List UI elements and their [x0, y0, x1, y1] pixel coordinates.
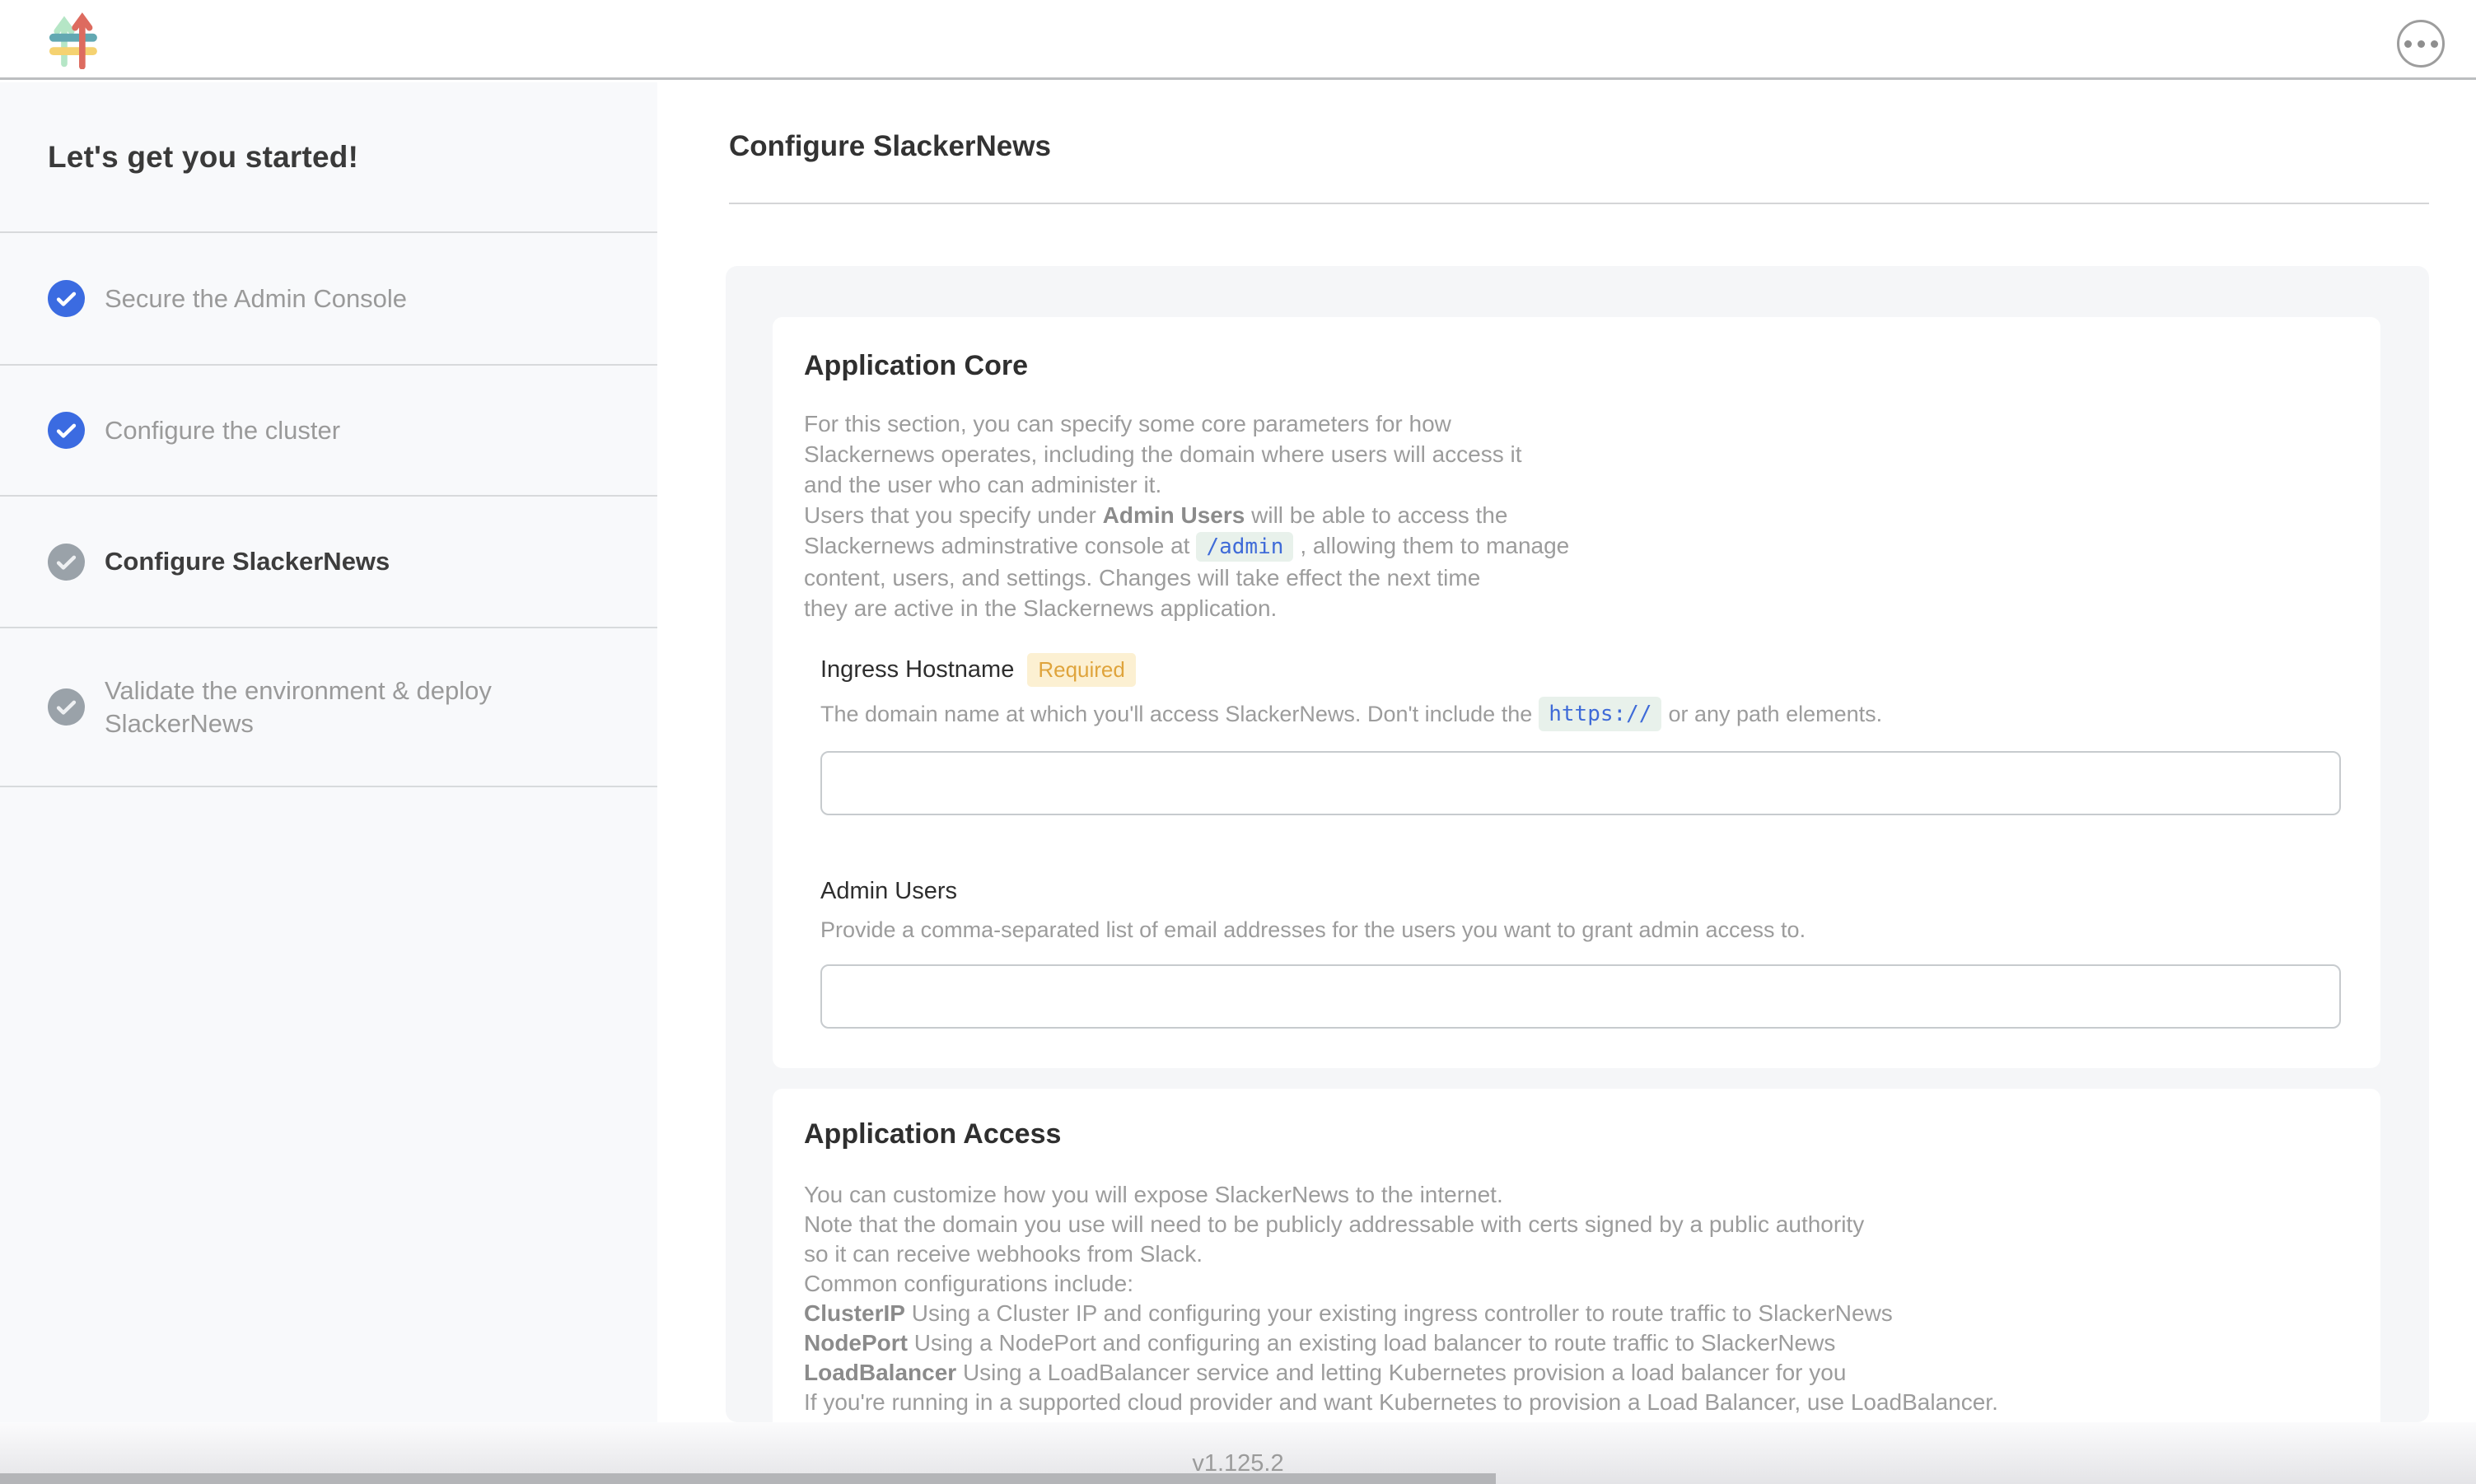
description-text: , allowing them to manage — [1300, 533, 1569, 558]
step-complete-check-icon — [48, 280, 85, 317]
application-core-description: For this section, you can specify some c… — [804, 408, 2349, 623]
page-title: Configure SlackerNews — [729, 130, 1051, 163]
window-bottom-edge — [0, 1473, 1496, 1484]
admin-users-help: Provide a comma-separated list of email … — [820, 915, 2349, 945]
step-pending-check-icon — [48, 544, 85, 581]
application-core-card: Application Core For this section, you c… — [773, 317, 2380, 1068]
description-line: Users that you specify under Admin Users… — [804, 500, 2349, 530]
ingress-hostname-field-group: Ingress Hostname Required The domain nam… — [820, 653, 2349, 815]
nodeport-bold-text: NodePort — [804, 1330, 908, 1356]
https-code-chip: https:// — [1539, 697, 1661, 731]
sidebar-title: Let's get you started! — [48, 140, 358, 175]
admin-users-input[interactable] — [820, 964, 2341, 1029]
ingress-hostname-help: The domain name at which you'll access S… — [820, 697, 2349, 731]
clusterip-bold-text: ClusterIP — [804, 1300, 905, 1326]
description-text: will be able to access the — [1245, 502, 1507, 528]
ellipsis-dot-icon — [2431, 40, 2438, 48]
description-text: Using a Cluster IP and configuring your … — [905, 1300, 1893, 1326]
step-label: Validate the environment & deploy Slacke… — [105, 674, 591, 740]
description-line: LoadBalancer Using a LoadBalancer servic… — [804, 1358, 2349, 1388]
sidebar-title-wrap: Let's get you started! — [0, 82, 657, 233]
description-text: Using a NodePort and configuring an exis… — [908, 1330, 1835, 1356]
description-line: For this section, you can specify some c… — [804, 408, 2349, 439]
step-label: Secure the Admin Console — [105, 282, 407, 315]
description-text: Users that you specify under — [804, 502, 1103, 528]
description-line: Slackernews adminstrative console at/adm… — [804, 530, 2349, 562]
description-line: so it can receive webhooks from Slack. — [804, 1239, 2349, 1269]
application-core-heading: Application Core — [804, 350, 2349, 382]
ellipsis-dot-icon — [2404, 40, 2412, 48]
description-line: ClusterIP Using a Cluster IP and configu… — [804, 1299, 2349, 1328]
application-access-card: Application Access You can customize how… — [773, 1089, 2380, 1422]
more-options-button[interactable] — [2397, 20, 2445, 68]
description-line: they are active in the Slackernews appli… — [804, 593, 2349, 623]
description-line: If you're running in a supported cloud p… — [804, 1388, 2349, 1417]
top-bar — [0, 0, 2476, 80]
step-pending-check-icon — [48, 688, 85, 726]
sidebar-step-configure-slackernews[interactable]: Configure SlackerNews — [0, 497, 657, 628]
title-divider — [729, 203, 2429, 204]
help-text: Provide a comma-separated list of email … — [820, 915, 1806, 945]
application-access-description: You can customize how you will expose Sl… — [804, 1180, 2349, 1417]
admin-users-bold-text: Admin Users — [1103, 502, 1245, 528]
sidebar-step-configure-cluster[interactable]: Configure the cluster — [0, 366, 657, 497]
description-line: NodePort Using a NodePort and configurin… — [804, 1328, 2349, 1358]
admin-users-field-group: Admin Users Provide a comma-separated li… — [820, 878, 2349, 1029]
sidebar-step-validate-deploy[interactable]: Validate the environment & deploy Slacke… — [0, 628, 657, 787]
step-label: Configure the cluster — [105, 414, 340, 447]
admin-path-code-chip: /admin — [1196, 532, 1293, 562]
ellipsis-dot-icon — [2418, 40, 2425, 48]
description-line: content, users, and settings. Changes wi… — [804, 562, 2349, 593]
loadbalancer-bold-text: LoadBalancer — [804, 1360, 956, 1385]
ingress-hostname-label: Ingress Hostname — [820, 656, 1014, 684]
config-panel: Application Core For this section, you c… — [726, 266, 2429, 1422]
slackernews-logo-icon — [45, 12, 103, 69]
help-text: or any path elements. — [1668, 699, 1882, 729]
sidebar-step-secure-admin-console[interactable]: Secure the Admin Console — [0, 233, 657, 366]
ingress-hostname-input[interactable] — [820, 751, 2341, 815]
application-access-heading: Application Access — [804, 1118, 2349, 1150]
step-label: Configure SlackerNews — [105, 545, 390, 578]
description-text: Using a LoadBalancer service and letting… — [956, 1360, 1846, 1385]
admin-users-label: Admin Users — [820, 878, 957, 905]
admin-users-label-row: Admin Users — [820, 878, 2349, 905]
app-root: Let's get you started! Secure the Admin … — [0, 0, 2476, 1484]
description-line: Note that the domain you use will need t… — [804, 1210, 2349, 1239]
setup-steps-sidebar: Let's get you started! Secure the Admin … — [0, 82, 657, 1422]
help-text: The domain name at which you'll access S… — [820, 699, 1532, 729]
required-badge: Required — [1027, 653, 1136, 687]
ingress-hostname-label-row: Ingress Hostname Required — [820, 653, 2349, 687]
description-text: Slackernews adminstrative console at — [804, 533, 1189, 558]
description-line: Slackernews operates, including the doma… — [804, 439, 2349, 469]
step-complete-check-icon — [48, 412, 85, 449]
description-line: Common configurations include: — [804, 1269, 2349, 1299]
description-line: You can customize how you will expose Sl… — [804, 1180, 2349, 1210]
description-line: and the user who can administer it. — [804, 469, 2349, 500]
